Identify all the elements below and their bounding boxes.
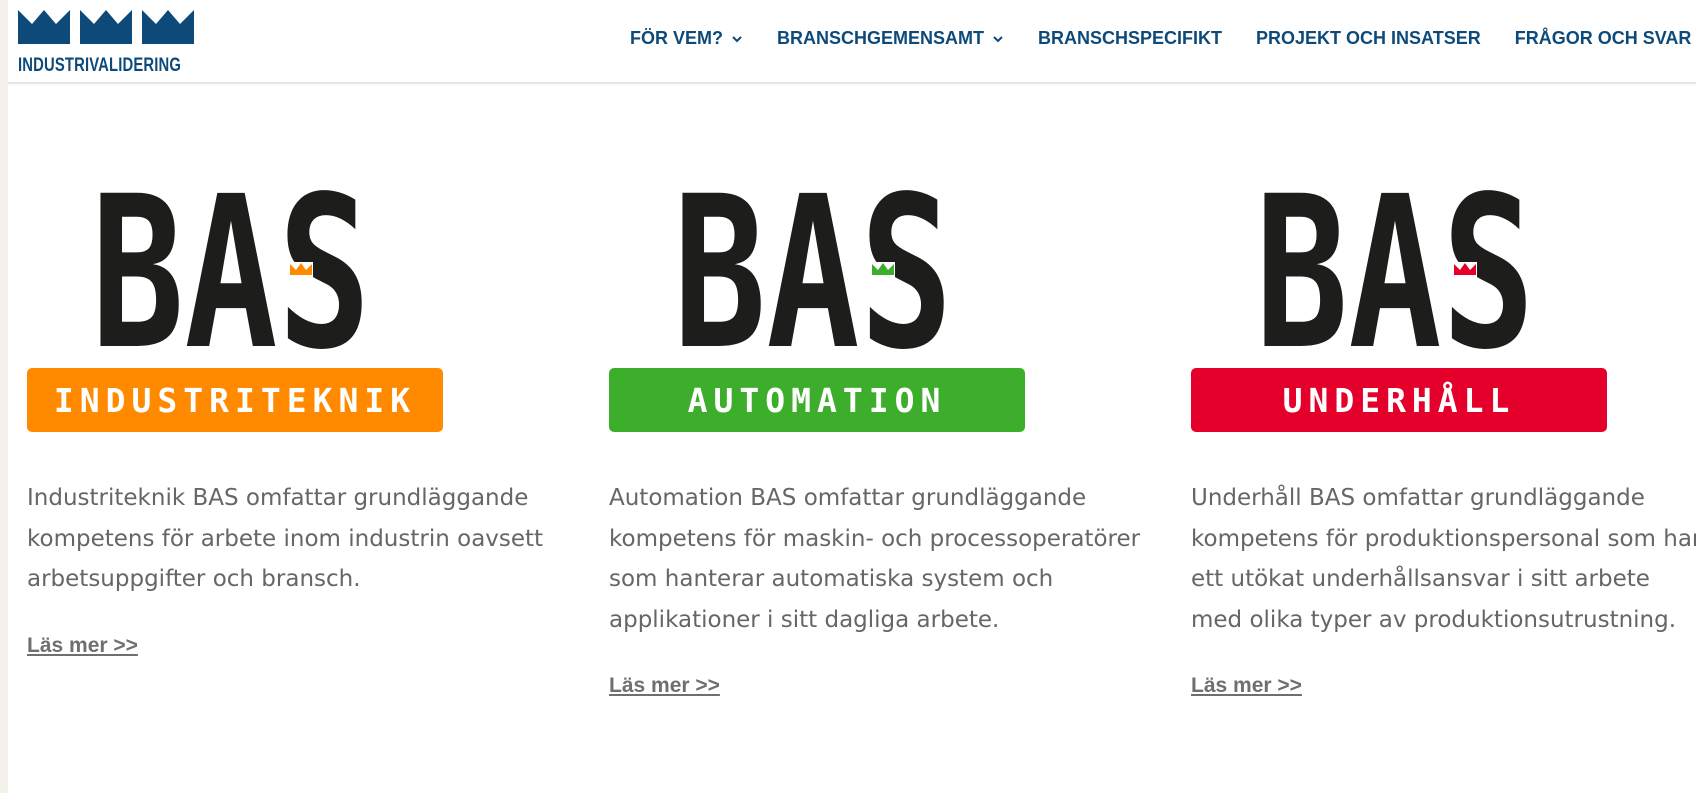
bas-word: BAS [673,160,953,356]
chevron-down-icon [732,35,742,42]
badge-label: INDUSTRITEKNIK [53,380,417,420]
card-automation: BAS AUTOMATION Automation BAS omfattar g… [601,160,1161,697]
crown-icon [871,262,895,278]
read-more-link[interactable]: Läs mer >> [1191,674,1302,698]
nav-label: BRANSCHGEMENSAMT [777,28,984,48]
card-description: Industriteknik BAS omfattar grundläggand… [27,485,544,592]
bas-logo[interactable]: BAS [1255,160,1535,356]
nav-item-fragor-och-svar[interactable]: FRÅGOR OCH SVAR [1515,28,1692,49]
chevron-down-icon [993,35,1003,42]
badge-automation[interactable]: AUTOMATION [609,368,1025,432]
industrivalidering-logo[interactable]: INDUSTRIVALIDERING [18,8,198,78]
crown-icon [1453,262,1477,278]
nav-item-branschgemensamt[interactable]: BRANSCHGEMENSAMT [777,28,1004,49]
nav-item-branschspecifikt[interactable]: BRANSCHSPECIFIKT [1038,28,1222,49]
nav-label: FRÅGOR OCH SVAR [1514,28,1692,48]
bas-logo[interactable]: BAS [91,160,371,356]
badge-industriteknik[interactable]: INDUSTRITEKNIK [27,368,443,432]
read-more-link[interactable]: Läs mer >> [609,674,720,698]
crown-icon [18,10,194,44]
bas-word: BAS [1255,160,1535,356]
page: INDUSTRIVALIDERING FÖR VEM? BRANSCHGEMEN… [8,0,1696,793]
nav-item-projekt-och-insatser[interactable]: PROJEKT OCH INSATSER [1256,28,1481,49]
nav-item-for-vem[interactable]: FÖR VEM? [630,28,743,49]
logo-wordmark: INDUSTRIVALIDERING [18,55,182,76]
crown-icon [289,262,313,278]
bas-logo[interactable]: BAS [673,160,953,356]
card-description: Underhåll BAS omfattar grundläggande kom… [1191,485,1696,633]
site-header: INDUSTRIVALIDERING FÖR VEM? BRANSCHGEMEN… [8,0,1696,84]
card-underhall: BAS UNDERHÅLL Underhåll BAS omfattar gru… [1183,160,1696,697]
main-nav: FÖR VEM? BRANSCHGEMENSAMT BRANSCHSPECIFI… [630,28,1691,49]
badge-underhall[interactable]: UNDERHÅLL [1191,368,1607,432]
badge-label: AUTOMATION [687,380,947,420]
nav-label: FÖR VEM? [630,28,723,48]
card-description: Automation BAS omfattar grundläggande ko… [609,485,1141,633]
nav-label: PROJEKT OCH INSATSER [1256,28,1481,48]
badge-label: UNDERHÅLL [1282,380,1516,420]
read-more-link[interactable]: Läs mer >> [27,634,138,658]
bas-word: BAS [91,160,371,356]
card-industriteknik: BAS INDUSTRITEKNIK Industriteknik BAS om… [19,160,579,657]
nav-label: BRANSCHSPECIFIKT [1038,28,1223,48]
